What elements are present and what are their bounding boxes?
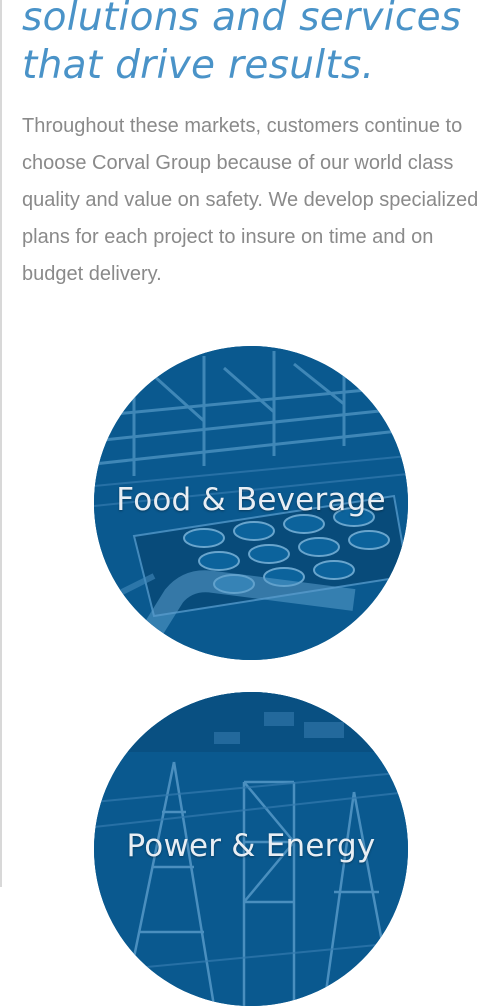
industry-tile-food-beverage[interactable]: Food & Beverage — [94, 346, 408, 660]
headline-line-2: that drive results. — [22, 43, 375, 88]
industry-tile-power-energy[interactable]: Power & Energy — [94, 692, 408, 1006]
headline-line-1: solutions and services — [22, 0, 462, 40]
industry-label-power-energy: Power & Energy — [126, 828, 376, 864]
left-border — [0, 0, 2, 887]
intro-paragraph: Throughout these markets, customers cont… — [22, 115, 479, 285]
section-headline: solutions and services that drive results… — [22, 0, 492, 90]
industry-label-food-beverage: Food & Beverage — [116, 482, 386, 518]
